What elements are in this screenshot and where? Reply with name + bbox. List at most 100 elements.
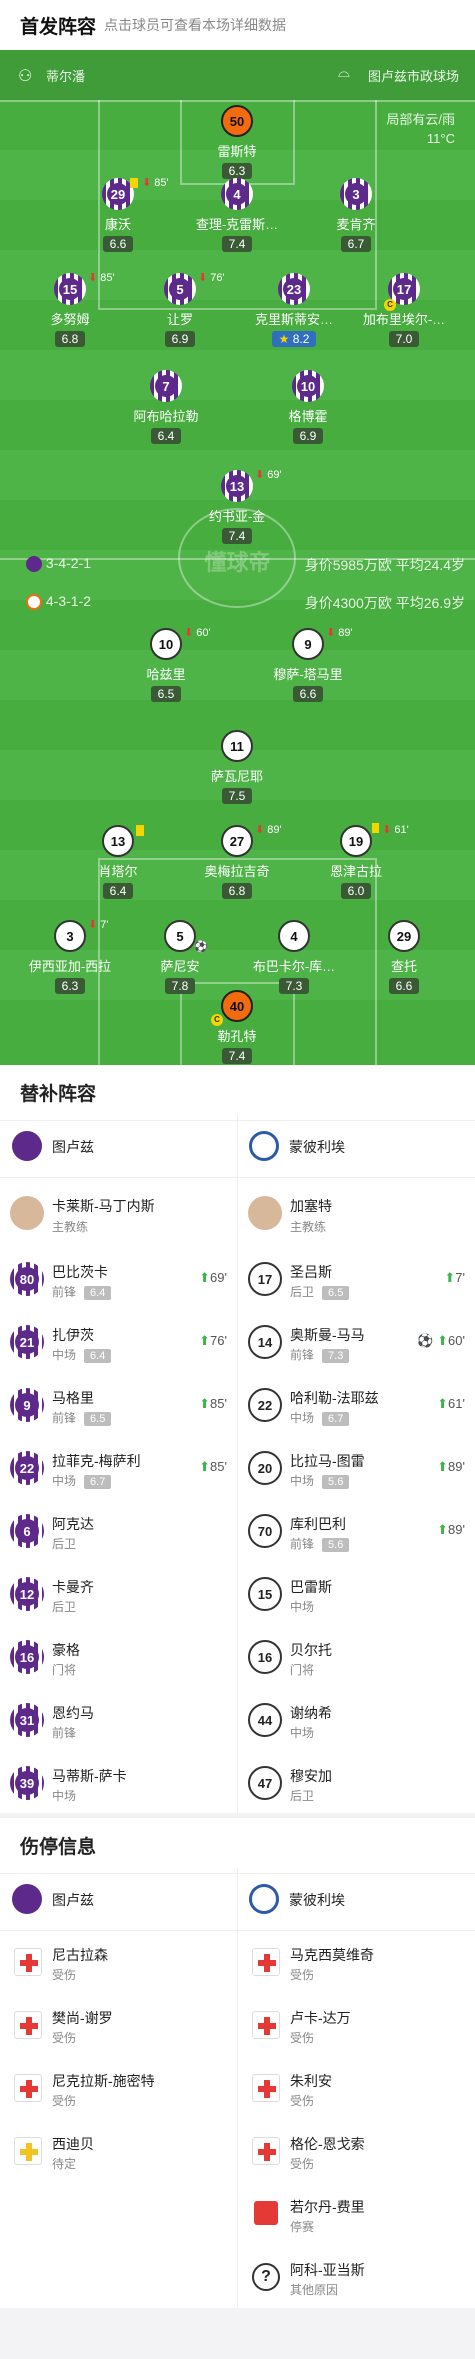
player-away-gk[interactable]: 40 C 勒孔特 7.4 — [181, 990, 293, 1065]
player-away[interactable]: 5 ⚽ 萨尼安 7.8 — [124, 920, 236, 995]
player-away[interactable]: 11 萨瓦尼耶 7.5 — [181, 730, 293, 805]
sub-on-icon: ⬆ — [437, 1459, 449, 1474]
sub-player-row[interactable]: 12 卡曼齐 后卫 — [0, 1563, 237, 1626]
player-away[interactable]: 27 ⬇ 89' 奥梅拉吉奇 6.8 — [181, 824, 293, 900]
player-rating: 6.7 — [340, 236, 372, 252]
jersey-number: 47 — [248, 1766, 282, 1800]
away-value: 身价4300万欧 平均26.9岁 — [304, 595, 465, 611]
player-rating: 6.3 — [221, 163, 253, 179]
player-name: 贝尔托 — [290, 1642, 332, 1658]
jersey-number: 22 — [248, 1388, 282, 1422]
injury-row[interactable]: 尼古拉森 受伤 — [0, 1931, 237, 1994]
player-position: 中场 5.6 — [290, 1472, 350, 1489]
sub-off-event: ⬇ 7' — [88, 919, 109, 931]
player-position: 中场 6.7 — [290, 1409, 350, 1426]
sub-on-event: ⬆85' — [199, 1396, 227, 1411]
away-coach[interactable]: 加塞特 主教练 — [238, 1178, 475, 1248]
sub-on-icon: ⬆ — [199, 1459, 211, 1474]
player-name: 哈兹里 — [146, 667, 186, 682]
injury-row[interactable]: 若尔丹-费里 停赛 — [238, 2183, 475, 2246]
player-home[interactable]: 5 ⬇ 76' 让罗 6.9 — [124, 272, 236, 348]
injury-status: 受伤 — [290, 2031, 315, 2045]
away-team-name: 蒙彼利埃 — [289, 1139, 345, 1155]
player-name: 麦肯齐 — [336, 217, 376, 232]
player-position: 前锋 6.5 — [52, 1409, 112, 1426]
player-name: 若尔丹-费里 — [290, 2199, 365, 2215]
player-rating-mvp: ★ 8.2 — [271, 331, 317, 347]
sub-player-row[interactable]: 21 扎伊茨 中场 6.4 ⬆76' — [0, 1311, 237, 1374]
home-coach[interactable]: 卡莱斯-马丁内斯 主教练 — [0, 1178, 237, 1248]
sub-player-row[interactable]: 22 拉菲克-梅萨利 中场 6.7 ⬆85' — [0, 1437, 237, 1500]
sub-on-icon: ⬆ — [437, 1396, 449, 1411]
sub-player-row[interactable]: 20 比拉马-图雷 中场 5.6 ⬆89' — [238, 1437, 475, 1500]
sub-off-icon: ⬇ — [88, 919, 98, 931]
player-away[interactable]: 19 ⬇ 61' 恩津古拉 6.0 — [300, 823, 412, 900]
injury-row[interactable]: 尼克拉斯-施密特 受伤 — [0, 2057, 237, 2120]
player-name: 巴比茨卡 — [52, 1264, 108, 1280]
injury-row[interactable]: 樊尚-谢罗 受伤 — [0, 1994, 237, 2057]
injury-row[interactable]: 马克西莫维奇 受伤 — [238, 1931, 475, 1994]
player-home[interactable]: 7 阿布哈拉勒 6.4 — [110, 370, 222, 445]
injury-row[interactable]: 朱利安 受伤 — [238, 2057, 475, 2120]
player-name: 樊尚-谢罗 — [52, 2010, 113, 2026]
player-rating: 6.6 — [388, 978, 420, 994]
player-home[interactable]: 3 麦肯齐 6.7 — [300, 178, 412, 253]
player-rating: 6.8 — [221, 883, 253, 899]
player-rating: 7.4 — [221, 236, 253, 252]
player-away[interactable]: 9 ⬇ 89' 穆萨-塔马里 6.6 — [252, 627, 364, 703]
injury-row[interactable]: 格伦-恩戈索 受伤 — [238, 2120, 475, 2183]
sub-off-event: ⬇ 69' — [255, 469, 282, 481]
player-home[interactable]: 29 ⬇ 85' 康沃 6.6 — [62, 177, 174, 253]
player-away[interactable]: 10 ⬇ 60' 哈兹里 6.5 — [110, 627, 222, 703]
jersey-number: 5 — [164, 920, 196, 952]
sub-player-row[interactable]: 31 恩约马 前锋 — [0, 1689, 237, 1752]
sub-player-row[interactable]: 17 圣吕斯 后卫 6.5 ⬆7' — [238, 1248, 475, 1311]
sub-player-row[interactable]: 15 巴雷斯 中场 — [238, 1563, 475, 1626]
sub-player-row[interactable]: 16 贝尔托 门将 — [238, 1626, 475, 1689]
jersey-number: 29 — [107, 183, 129, 205]
sub-player-row[interactable]: 39 马蒂斯-萨卡 中场 — [0, 1752, 237, 1815]
sub-on-icon: ⬆ — [437, 1522, 449, 1537]
jersey-number: 17 — [248, 1262, 282, 1296]
toulouse-logo-icon — [12, 1131, 42, 1161]
player-away[interactable]: 4 布巴卡尔-库… 7.3 — [238, 920, 350, 995]
sub-player-row[interactable]: 44 谢纳希 中场 — [238, 1689, 475, 1752]
sub-off-icon: ⬇ — [88, 272, 98, 284]
player-away[interactable]: 13 肖塔尔 6.4 — [62, 825, 174, 900]
sub-player-row[interactable]: 70 库利巴利 前锋 5.6 ⬆89' — [238, 1500, 475, 1563]
sub-player-row[interactable]: 16 豪格 门将 — [0, 1626, 237, 1689]
pitch: 懂球帝 ⚇ 蒂尔潘 ⌓ 图卢兹市政球场 局部有云/雨 11°C 50 雷斯特 6… — [0, 50, 475, 1065]
sub-player-row[interactable]: 80 巴比茨卡 前锋 6.4 ⬆69' — [0, 1248, 237, 1311]
sub-player-row[interactable]: 6 阿克达 后卫 — [0, 1500, 237, 1563]
player-home-gk[interactable]: 50 雷斯特 6.3 — [181, 105, 293, 180]
sub-player-row[interactable]: 22 哈利勒-法耶兹 中场 6.7 ⬆61' — [238, 1374, 475, 1437]
injury-row[interactable]: 卢卡-达万 受伤 — [238, 1994, 475, 2057]
player-name: 让罗 — [166, 312, 193, 327]
goal-icon: ⚽ — [194, 941, 208, 953]
sub-player-row[interactable]: 9 马格里 前锋 6.5 ⬆85' — [0, 1374, 237, 1437]
player-position: 后卫 — [52, 1537, 77, 1551]
jersey-number: 20 — [248, 1451, 282, 1485]
player-name: 阿布哈拉勒 — [133, 409, 199, 424]
injury-row[interactable]: ? 阿科-亚当斯 其他原因 — [238, 2246, 475, 2309]
player-home[interactable]: 17 C 加布里埃尔-… 7.0 — [348, 273, 460, 348]
player-rating: 5.6 — [322, 1538, 350, 1552]
player-home[interactable]: 4 查理-克雷斯… 7.4 — [181, 178, 293, 253]
player-name: 朱利安 — [290, 2073, 332, 2089]
player-home[interactable]: 15 ⬇ 85' 多努姆 6.8 — [14, 272, 126, 348]
injury-row[interactable]: 西迪贝 待定 — [0, 2120, 237, 2183]
player-home[interactable]: 13 ⬇ 69' 约书亚-金 7.4 — [181, 469, 293, 545]
player-away[interactable]: 3 ⬇ 7' 伊西亚加-西拉 6.3 — [14, 919, 126, 995]
sub-off-event: ⬇ 85' — [88, 272, 115, 284]
player-name: 萨尼安 — [160, 959, 200, 974]
player-home[interactable]: 23 克里斯蒂安… ★ 8.2 — [238, 273, 350, 348]
sub-player-row[interactable]: 14 奥斯曼-马马 前锋 7.3 ⚽ ⬆60' — [238, 1311, 475, 1374]
sub-player-row[interactable]: 47 穆安加 后卫 — [238, 1752, 475, 1815]
player-position: 中场 — [52, 1789, 77, 1803]
jersey-number: 11 — [221, 730, 253, 762]
avatar — [248, 1196, 282, 1230]
stadium-name: 图卢兹市政球场 — [368, 69, 460, 84]
jersey-number: 15 — [59, 278, 81, 300]
player-home[interactable]: 10 格博霍 6.9 — [252, 370, 364, 445]
player-away[interactable]: 29 查托 6.6 — [348, 920, 460, 995]
